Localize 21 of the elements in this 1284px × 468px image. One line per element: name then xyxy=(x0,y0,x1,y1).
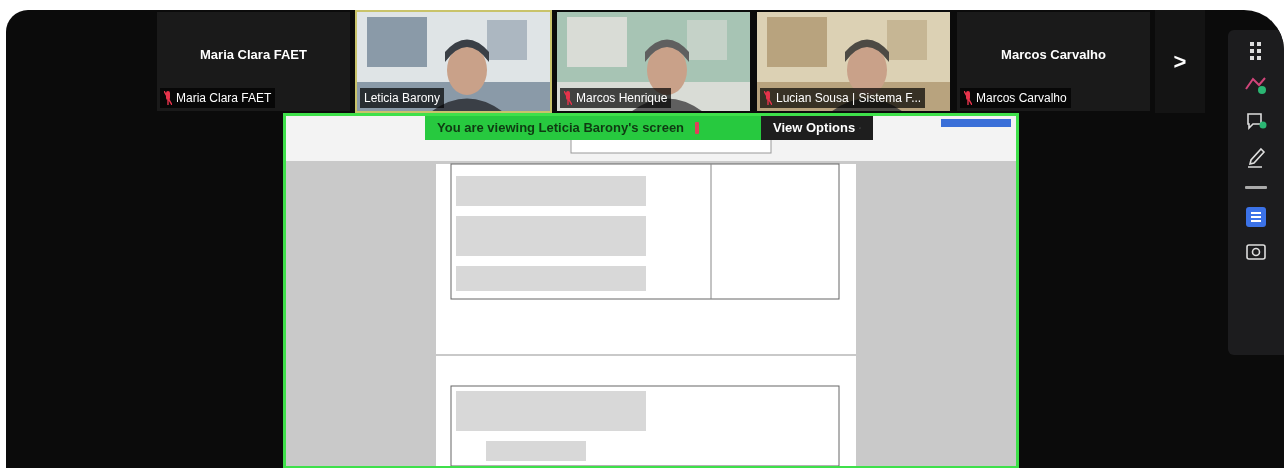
participant-tile[interactable]: Marcos Carvalho Marcos Carvalho xyxy=(955,10,1152,113)
camera-icon[interactable] xyxy=(1246,242,1266,260)
notes-icon[interactable] xyxy=(1246,207,1266,227)
participant-label: Lucian Sousa | Sistema F... xyxy=(776,90,922,107)
share-banner-text: You are viewing Leticia Barony's screen xyxy=(437,119,685,138)
participant-label: Marcos Carvalho xyxy=(976,90,1067,107)
view-options-button[interactable]: View Options xyxy=(761,116,873,140)
participant-tile[interactable]: Maria Clara FAET Maria Clara FAET xyxy=(155,10,352,113)
whiteboard-icon[interactable] xyxy=(1245,75,1267,95)
participant-name: Marcos Carvalho xyxy=(1001,45,1106,64)
participant-name: Maria Clara FAET xyxy=(200,45,307,64)
chat-icon[interactable] xyxy=(1245,110,1267,132)
participant-label: Leticia Barony xyxy=(364,90,441,107)
next-page-button[interactable]: > xyxy=(1155,10,1205,113)
participant-tile[interactable]: Leticia Barony xyxy=(355,10,552,113)
participant-tile[interactable]: Marcos Henrique xyxy=(555,10,752,113)
grid-icon[interactable] xyxy=(1250,42,1262,60)
participant-label: Marcos Henrique xyxy=(576,90,668,107)
participant-tile[interactable]: Lucian Sousa | Sistema F... xyxy=(755,10,952,113)
participant-label: Maria Clara FAET xyxy=(176,90,272,107)
pen-icon[interactable] xyxy=(1246,147,1266,169)
